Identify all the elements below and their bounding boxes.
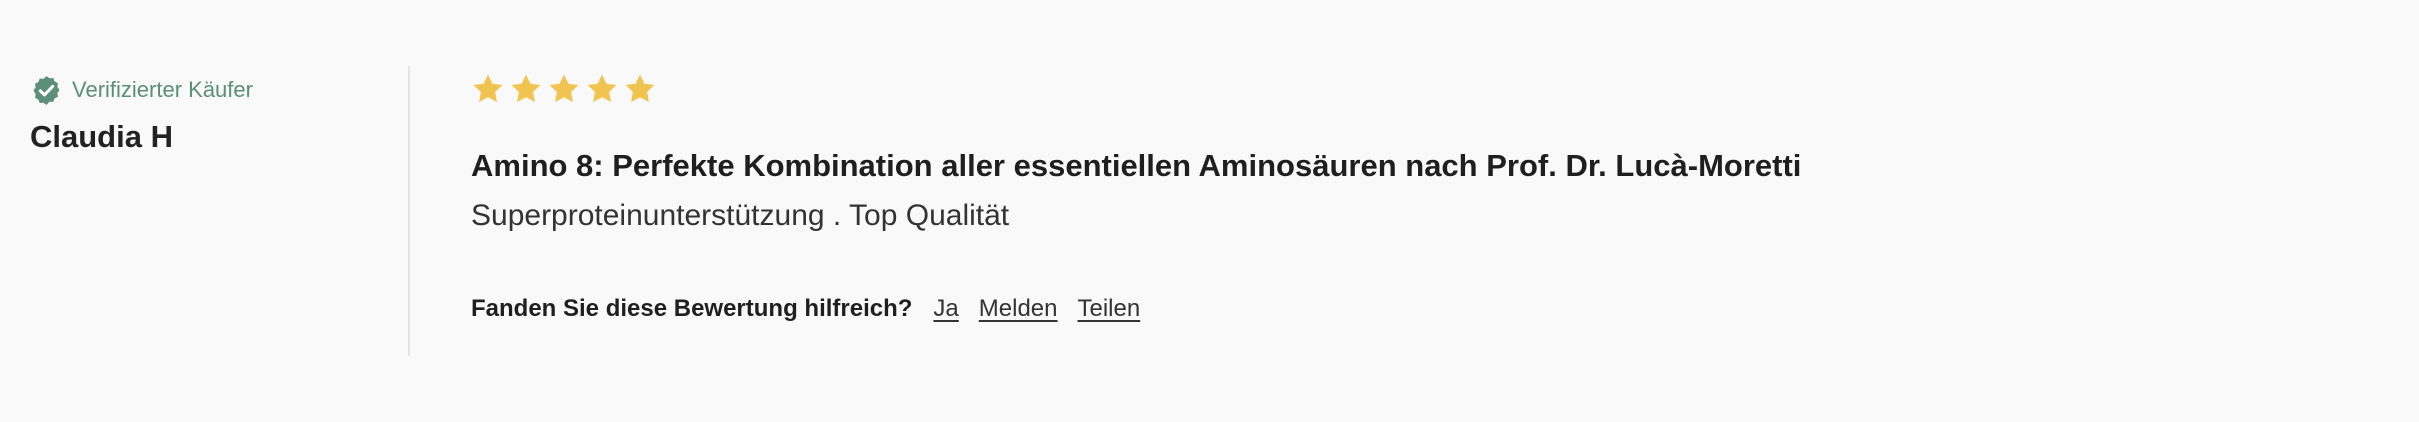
divider [408, 66, 410, 356]
share-link[interactable]: Teilen [1078, 295, 1141, 323]
star-icon [509, 72, 543, 106]
review-title: Amino 8: Perfekte Kombination aller esse… [471, 148, 1802, 183]
helpful-feedback: Fanden Sie diese Bewertung hilfreich? Ja… [471, 295, 1160, 323]
verified-buyer-label: Verifizierter Käufer [72, 77, 253, 102]
review-content: Amino 8: Perfekte Kombination aller esse… [471, 68, 2321, 234]
star-icon [547, 72, 581, 106]
review-author: Verifizierter Käufer Claudia H [30, 72, 390, 154]
helpful-yes-link[interactable]: Ja [933, 295, 958, 323]
author-name: Claudia H [30, 119, 173, 154]
review-card: Verifizierter Käufer Claudia H Amino 8: … [0, 0, 2419, 422]
helpful-question: Fanden Sie diese Bewertung hilfreich? [471, 295, 913, 322]
star-icon [471, 72, 505, 106]
review-body: Superproteinunterstützung . Top Qualität [471, 199, 1010, 233]
verified-check-icon [30, 74, 63, 107]
verified-buyer-badge: Verifizierter Käufer [30, 72, 390, 108]
star-icon [623, 72, 657, 106]
star-rating [471, 68, 2321, 110]
star-icon [585, 72, 619, 106]
report-link[interactable]: Melden [979, 295, 1058, 323]
